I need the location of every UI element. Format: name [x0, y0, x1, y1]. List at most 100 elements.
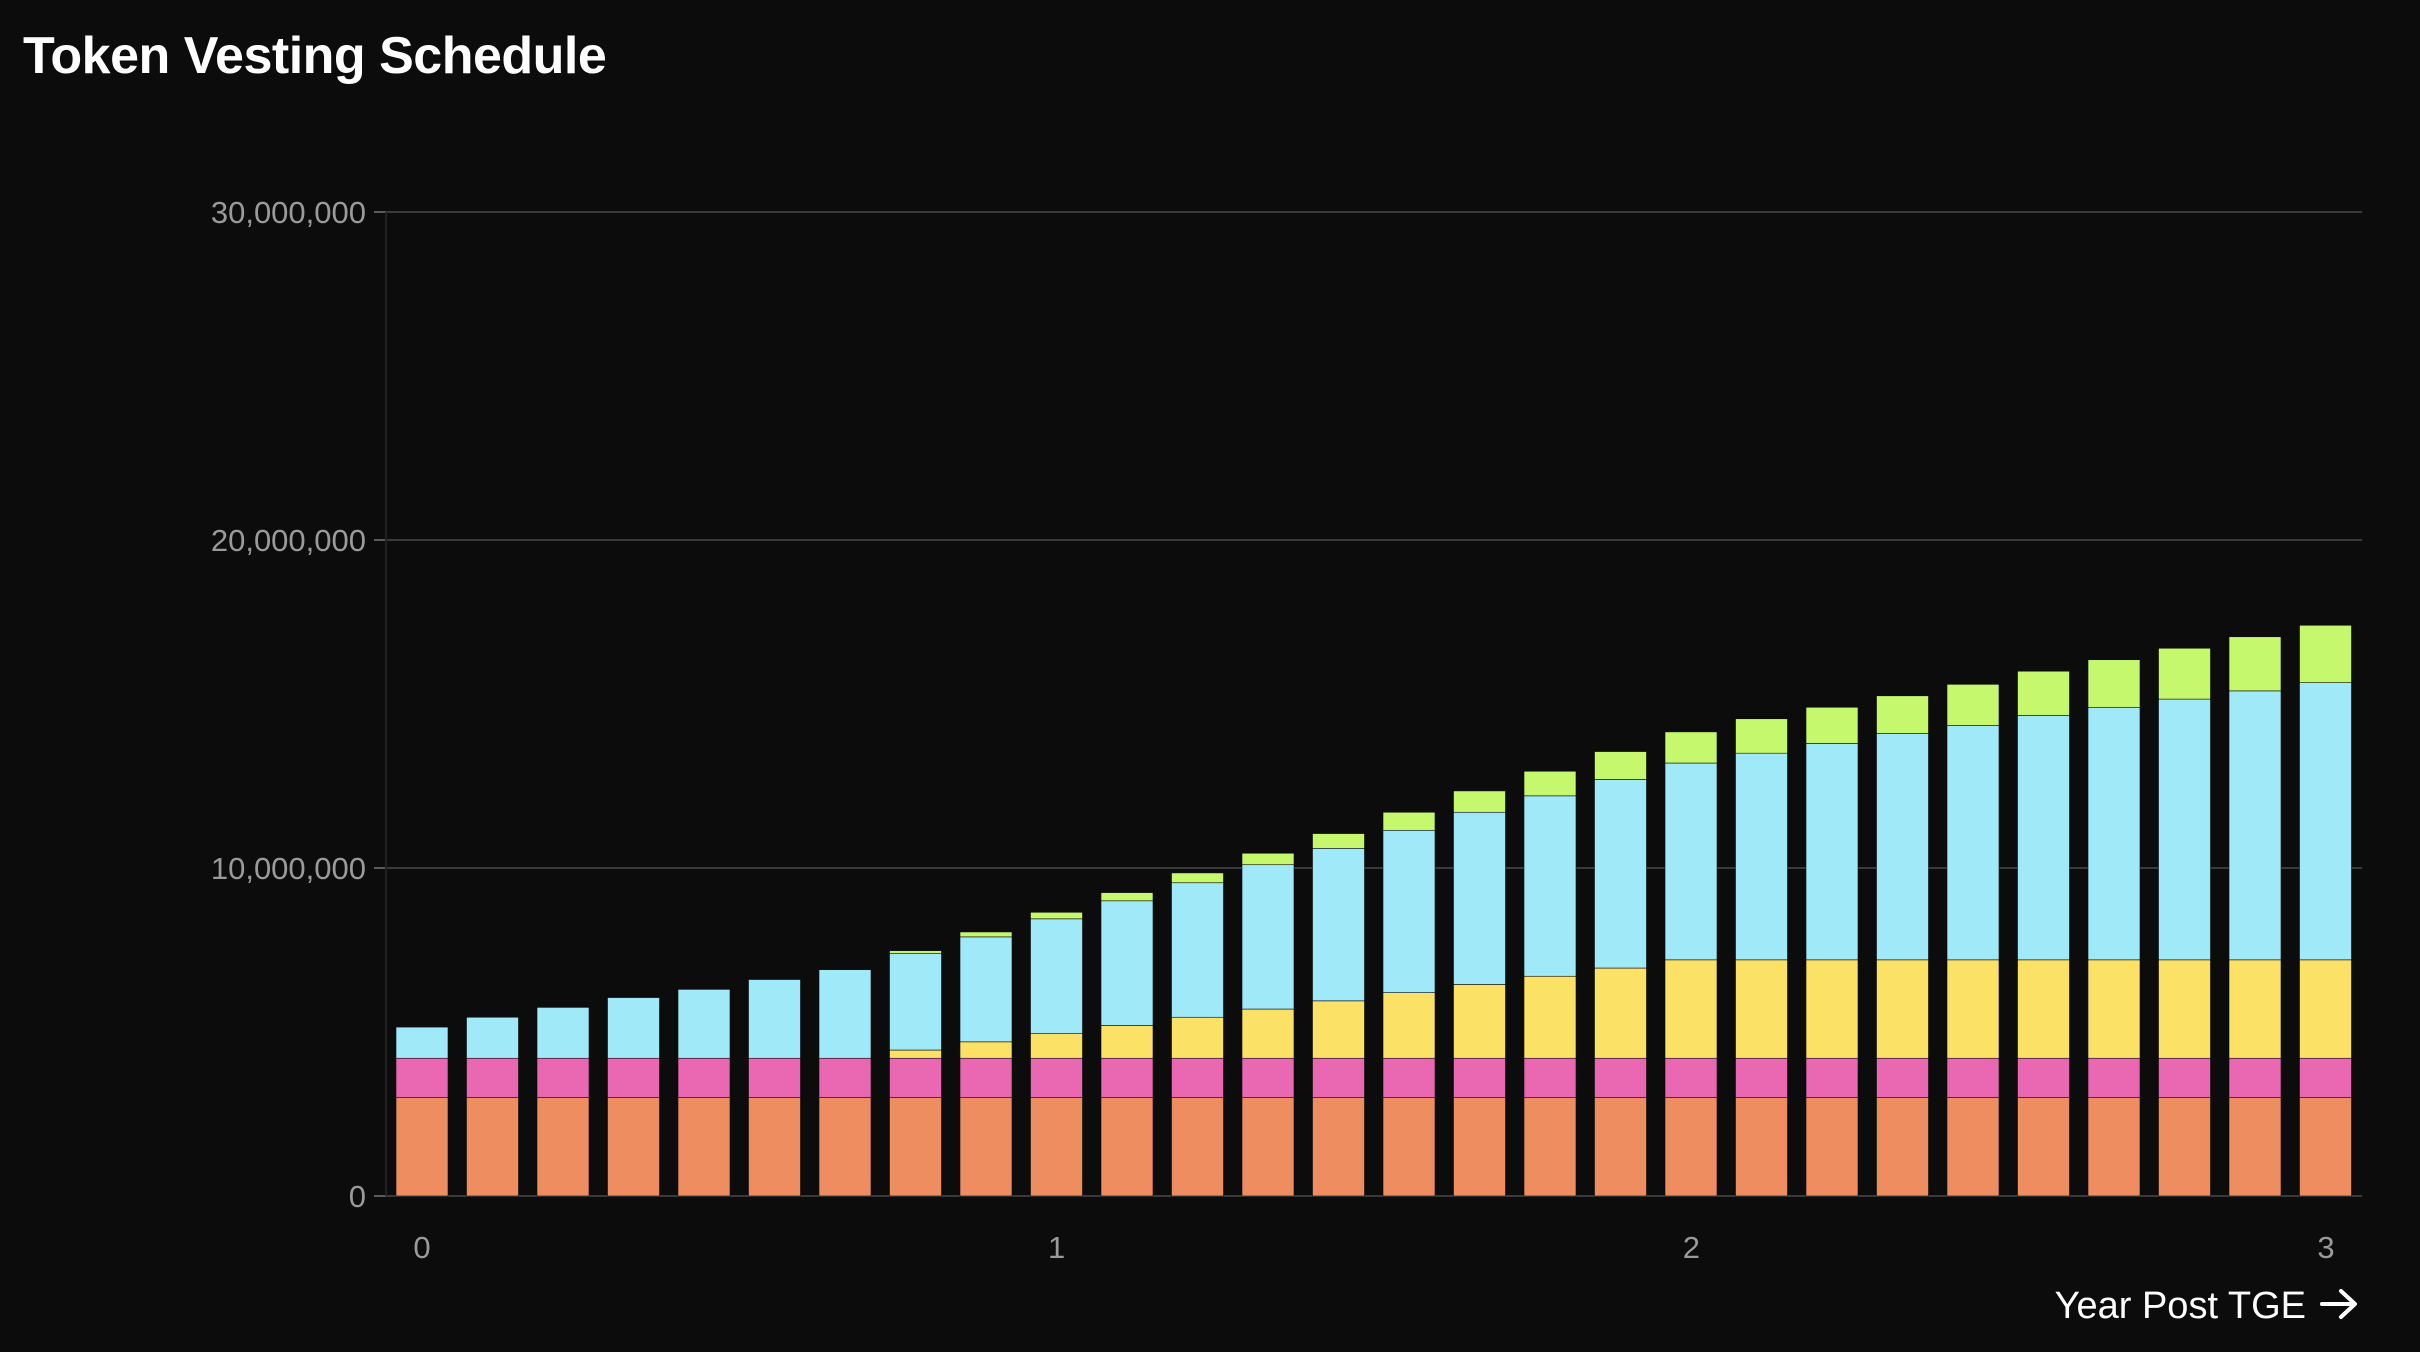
bar-segment	[2087, 1057, 2141, 1098]
bar-segment	[1946, 725, 2000, 961]
bar-segment	[2017, 1057, 2070, 1098]
bar-stack	[889, 950, 942, 1197]
x-axis-label: Year Post TGE	[2055, 1285, 2306, 1327]
bar-segment	[2087, 959, 2141, 1059]
bar-segment	[1805, 1057, 1859, 1098]
bar-segment	[1946, 1057, 2000, 1098]
bar-segment	[1382, 829, 1436, 993]
bar-segment	[2299, 682, 2352, 961]
bar-segment	[1735, 959, 1788, 1059]
x-tick-label: 3	[2317, 1230, 2334, 1265]
bar-segment	[1664, 731, 1718, 764]
bar-segment	[1805, 959, 1859, 1059]
bar-segment	[1594, 967, 1647, 1059]
bar-segment	[1453, 1057, 1506, 1098]
bar-segment	[1946, 959, 2000, 1059]
bar-segment	[2017, 670, 2070, 716]
bar-segment	[2228, 1057, 2282, 1098]
bar-stack	[466, 1016, 519, 1197]
bar-segment	[1312, 1000, 1365, 1059]
x-tick-label: 2	[1683, 1230, 1700, 1265]
bar-segment	[1664, 959, 1718, 1059]
bar-segment	[1453, 811, 1506, 985]
bar-segment	[2158, 959, 2211, 1059]
bar-segment	[536, 1007, 590, 1059]
bar-stack	[1241, 852, 1295, 1197]
bar-segment	[677, 989, 731, 1059]
bar-segment	[1382, 992, 1436, 1059]
bar-segment	[748, 1097, 801, 1197]
bar-segment	[959, 931, 1013, 938]
bar-segment	[1241, 1057, 1295, 1098]
bar-segment	[959, 1041, 1013, 1059]
bar-segment	[1171, 872, 1224, 884]
bar-segment	[1453, 1097, 1506, 1197]
bar-segment	[2158, 1097, 2211, 1197]
bar-segment	[1100, 1097, 1154, 1197]
bar-segment	[1876, 959, 1929, 1059]
bar-segment	[818, 1097, 872, 1197]
x-axis-ticks: 0 1 2 3	[413, 1230, 2334, 1265]
bar-segment	[1312, 1057, 1365, 1098]
y-tick-label: 30,000,000	[211, 195, 366, 230]
bar-segment	[1030, 918, 1083, 1034]
bar-segment	[536, 1097, 590, 1197]
bar-segment	[1171, 882, 1224, 1018]
bar-segment	[2299, 1057, 2352, 1098]
bar-segment	[1876, 733, 1929, 961]
bar-segment	[1171, 1016, 1224, 1059]
bar-segment	[1453, 984, 1506, 1059]
bar-segment	[2087, 706, 2141, 961]
bar-segment	[1312, 848, 1365, 1002]
bar-segment	[1241, 1097, 1295, 1197]
bar-segment	[1946, 684, 2000, 726]
bar-segment	[1805, 1097, 1859, 1197]
bar-segment	[1382, 811, 1436, 831]
bar-stack	[748, 979, 801, 1197]
bar-segment	[959, 1097, 1013, 1197]
bar-segment	[1171, 1057, 1224, 1098]
bar-segment	[1876, 1057, 1929, 1098]
bar-segment	[818, 969, 872, 1059]
bar-segment	[2299, 1097, 2352, 1197]
bar-segment	[1594, 1057, 1647, 1098]
bar-stack	[1312, 833, 1365, 1197]
bar-segment	[607, 1097, 660, 1197]
bar-segment	[395, 1057, 449, 1098]
bar-stack	[1594, 751, 1647, 1197]
bar-segment	[1523, 770, 1577, 797]
bar-segment	[466, 1097, 519, 1197]
bar-segment	[677, 1057, 731, 1098]
bar-segment	[1805, 706, 1859, 744]
bar-segment	[1735, 1097, 1788, 1197]
y-tick-label: 20,000,000	[211, 523, 366, 558]
bar-segment	[1664, 1097, 1718, 1197]
bar-segment	[1523, 1057, 1577, 1098]
bar-stack	[1805, 706, 1859, 1197]
bar-segment	[889, 952, 942, 1051]
bar-segment	[1030, 1033, 1083, 1059]
bar-segment	[1241, 864, 1295, 1010]
bar-stack	[1946, 684, 2000, 1197]
bar-segment	[1664, 762, 1718, 961]
y-tick-label: 10,000,000	[211, 851, 366, 886]
x-tick-label: 1	[1048, 1230, 1065, 1265]
bar-segment	[1453, 790, 1506, 813]
bar-stack	[1735, 718, 1788, 1197]
bar-segment	[889, 950, 942, 954]
bar-stacks	[395, 624, 2352, 1197]
bar-segment	[1594, 751, 1647, 780]
bar-segment	[1735, 752, 1788, 961]
bar-stack	[395, 1026, 449, 1197]
bar-segment	[1382, 1057, 1436, 1098]
y-tick-label: 0	[349, 1179, 366, 1214]
bar-segment	[1241, 1008, 1295, 1059]
bar-segment	[1100, 1025, 1154, 1059]
bar-segment	[536, 1057, 590, 1098]
y-axis-ticks: 0 10,000,000 20,000,000 30,000,000	[211, 195, 366, 1214]
bar-segment	[1876, 1097, 1929, 1197]
bar-stack	[1030, 911, 1083, 1197]
bar-stack	[2299, 624, 2352, 1197]
bar-segment	[1100, 900, 1154, 1026]
bar-segment	[2228, 959, 2282, 1059]
